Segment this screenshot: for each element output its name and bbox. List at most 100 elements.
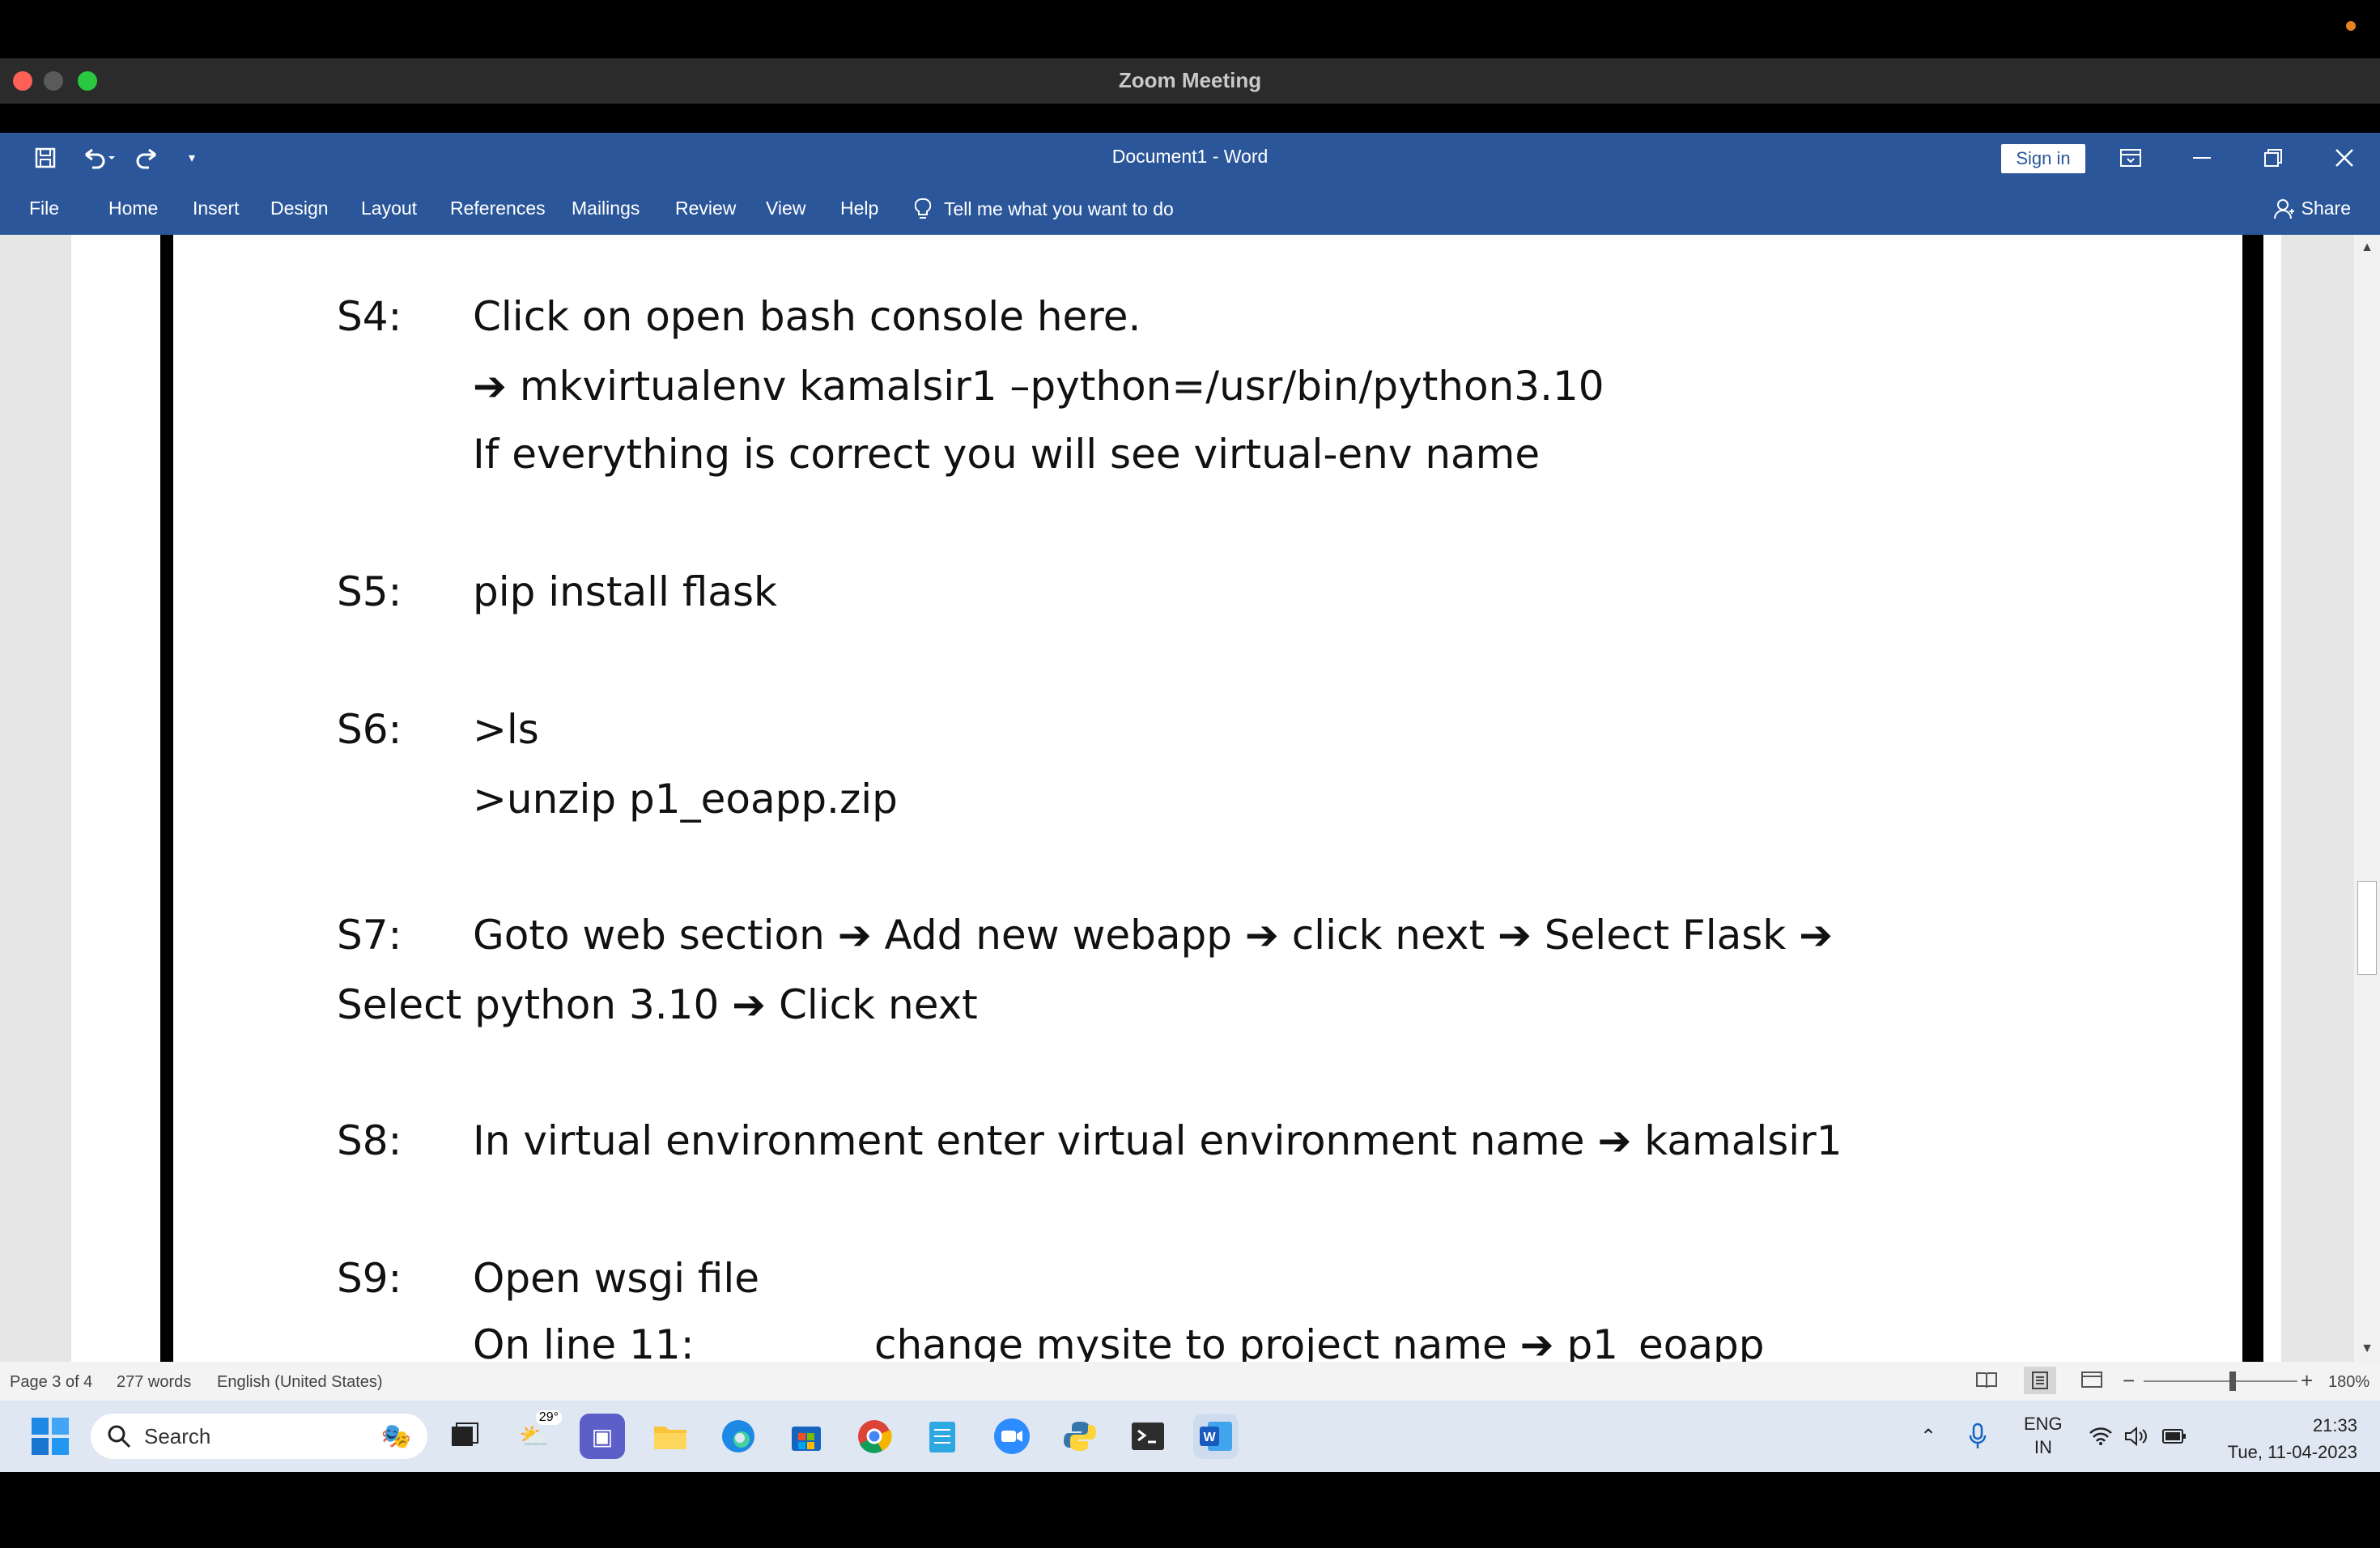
- step-text-part: Goto web section: [473, 912, 825, 959]
- chrome-icon[interactable]: [852, 1414, 897, 1459]
- wifi-icon[interactable]: [2089, 1401, 2113, 1472]
- close-icon[interactable]: [2320, 141, 2369, 175]
- document-page[interactable]: S4: Click on open bash console here. ➔ m…: [71, 235, 2281, 1362]
- status-bar: Page 3 of 4 277 words English (United St…: [0, 1362, 2380, 1401]
- step-text-part: change mysite to project name: [874, 1321, 1507, 1362]
- tab-home[interactable]: Home: [108, 198, 158, 219]
- file-explorer-icon[interactable]: [648, 1414, 693, 1459]
- arrow-icon: ➔: [1597, 1117, 1632, 1164]
- word-app-icon[interactable]: W: [1193, 1414, 1239, 1459]
- tab-help[interactable]: Help: [840, 198, 878, 219]
- microsoft-store-icon[interactable]: [784, 1414, 829, 1459]
- person-icon: [2273, 198, 2294, 219]
- zoom-in-icon[interactable]: +: [2301, 1368, 2313, 1393]
- weather-temp: 29°: [535, 1410, 562, 1425]
- scroll-up-icon[interactable]: ▲: [2354, 235, 2380, 261]
- zoom-app-icon[interactable]: [989, 1414, 1035, 1459]
- weather-widget[interactable]: ⛅ 29°: [512, 1410, 562, 1459]
- step-label: S9:: [337, 1255, 402, 1302]
- step-label: S6:: [337, 706, 402, 753]
- tab-insert[interactable]: Insert: [193, 198, 240, 219]
- share-button[interactable]: Share: [2273, 198, 2351, 219]
- step-text-part: mkvirtualenv kamalsir1 –python=/usr/bin/…: [519, 363, 1604, 410]
- battery-icon[interactable]: [2161, 1401, 2187, 1472]
- search-label: Search: [144, 1423, 211, 1448]
- document-text[interactable]: S4: Click on open bash console here. ➔ m…: [71, 235, 2281, 1362]
- word-title-bar: ▾ Document1 - Word Sign in: [0, 133, 2380, 183]
- step-text: If everything is correct you will see vi…: [473, 431, 1541, 478]
- search-highlight-icon: 🎭: [380, 1423, 411, 1450]
- tab-mailings[interactable]: Mailings: [572, 198, 640, 219]
- task-view-icon[interactable]: [442, 1414, 487, 1459]
- zoom-slider-knob[interactable]: [2229, 1372, 2236, 1391]
- step-text: >ls: [473, 706, 539, 753]
- web-layout-icon[interactable]: [2080, 1370, 2103, 1394]
- taskbar-search[interactable]: Search 🎭: [91, 1414, 427, 1459]
- teams-chat-icon[interactable]: ▣: [580, 1414, 625, 1459]
- tell-me-label: Tell me what you want to do: [944, 198, 1174, 219]
- step-text: Select python 3.10 ➔ Click next: [337, 985, 978, 1025]
- word-count[interactable]: 277 words: [117, 1373, 191, 1392]
- windows-taskbar: Search 🎭 ⛅ 29° ▣ W ⌃ ENG IN 21:33 Tue, 1…: [0, 1401, 2380, 1472]
- zoom-bottom-strip: [0, 1472, 2380, 1548]
- svg-text:W: W: [1203, 1431, 1216, 1444]
- tab-references[interactable]: References: [450, 198, 546, 219]
- microphone-icon[interactable]: [1969, 1401, 1987, 1472]
- windows-start-icon[interactable]: [28, 1414, 73, 1459]
- input-language[interactable]: ENG IN: [2024, 1401, 2063, 1472]
- step-label: S8:: [337, 1117, 402, 1164]
- step-label: S7:: [337, 912, 402, 959]
- step-text-part: Add new webapp: [884, 912, 1232, 959]
- zoom-slider[interactable]: [2144, 1380, 2297, 1382]
- lightbulb-icon: [915, 198, 931, 219]
- clock-time: 21:33: [2312, 1415, 2357, 1435]
- clock-date: Tue, 11-04-2023: [2227, 1442, 2357, 1462]
- scroll-down-icon[interactable]: ▼: [2354, 1336, 2380, 1362]
- arrow-icon: ➔: [1799, 912, 1834, 959]
- step-text: pip install flask: [473, 568, 777, 615]
- restore-icon[interactable]: [2249, 141, 2297, 175]
- system-clock[interactable]: 21:33 Tue, 11-04-2023: [2228, 1412, 2357, 1465]
- step-text-part: Select Flask: [1544, 912, 1787, 959]
- arrow-icon: ➔: [1519, 1321, 1554, 1362]
- zoom-out-icon[interactable]: −: [2123, 1368, 2135, 1393]
- mac-menu-strip: [0, 0, 2380, 58]
- tab-review[interactable]: Review: [675, 198, 736, 219]
- tab-view[interactable]: View: [766, 198, 805, 219]
- step-text: >unzip p1_eoapp.zip: [473, 776, 898, 823]
- weather-icon: ⛅: [519, 1423, 550, 1450]
- document-canvas[interactable]: S4: Click on open bash console here. ➔ m…: [0, 235, 2380, 1362]
- step-text: Click on open bash console here.: [473, 293, 1141, 340]
- minimize-icon[interactable]: [2178, 141, 2226, 175]
- arrow-icon: ➔: [1497, 912, 1532, 959]
- vertical-scrollbar[interactable]: ▲ ▼: [2354, 235, 2380, 1362]
- terminal-icon[interactable]: [1125, 1414, 1171, 1459]
- page-count[interactable]: Page 3 of 4: [10, 1373, 92, 1392]
- lang-code: ENG: [2024, 1414, 2063, 1435]
- step-text-part: click next: [1291, 912, 1485, 959]
- zoom-title-bar: Zoom Meeting: [0, 58, 2380, 104]
- arrow-icon: ➔: [732, 981, 767, 1028]
- notepad-icon[interactable]: [920, 1414, 965, 1459]
- show-hidden-icons-icon[interactable]: ⌃: [1920, 1401, 1936, 1472]
- search-icon: [108, 1425, 131, 1448]
- lang-region: IN: [2034, 1437, 2052, 1457]
- tab-layout[interactable]: Layout: [361, 198, 417, 219]
- language-indicator[interactable]: English (United States): [217, 1373, 383, 1392]
- tell-me-search[interactable]: Tell me what you want to do: [915, 198, 1174, 220]
- recording-indicator-icon: [2346, 21, 2356, 31]
- print-layout-icon[interactable]: [2024, 1367, 2056, 1394]
- volume-icon[interactable]: [2124, 1401, 2148, 1472]
- scroll-thumb[interactable]: [2357, 881, 2377, 975]
- step-label: S5:: [337, 568, 402, 615]
- sign-in-button[interactable]: Sign in: [2001, 144, 2085, 173]
- tab-design[interactable]: Design: [270, 198, 329, 219]
- python-idle-icon[interactable]: [1057, 1414, 1103, 1459]
- read-mode-icon[interactable]: [1975, 1370, 1998, 1394]
- tab-file[interactable]: File: [29, 198, 59, 219]
- ribbon-display-options-icon[interactable]: [2106, 141, 2155, 175]
- edge-browser-icon[interactable]: [716, 1414, 761, 1459]
- step-text-part: Click next: [778, 981, 978, 1028]
- step-text: Goto web section ➔ Add new webapp ➔ clic…: [473, 915, 1833, 955]
- zoom-level[interactable]: 180%: [2328, 1373, 2369, 1392]
